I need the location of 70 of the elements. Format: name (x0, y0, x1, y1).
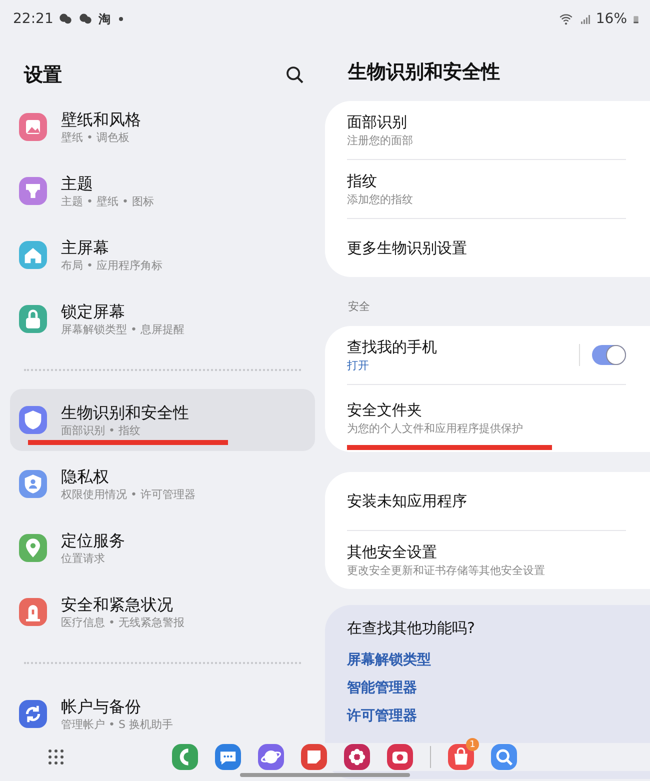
settings-item[interactable]: 主屏幕 布局 • 应用程序角标 (10, 223, 315, 287)
row-title: 安装未知应用程序 (347, 490, 468, 512)
settings-item[interactable]: 生物识别和安全性 面部识别 • 指纹 (10, 389, 315, 451)
item-title: 锁定屏幕 (61, 300, 126, 322)
item-subtitle: 权限使用情况 • 许可管理器 (61, 486, 196, 502)
item-subtitle: 壁纸 • 调色板 (61, 130, 130, 146)
item-title: 壁纸和风格 (61, 108, 141, 130)
item-title: 帐户与备份 (61, 696, 142, 716)
app-glyph: 淘 (98, 10, 110, 28)
item-title: 隐私权 (61, 466, 110, 486)
row-subtitle: 为您的个人文件和应用程序提供保护 (347, 420, 524, 436)
item-title: 主屏幕 (61, 236, 110, 258)
item-subtitle: 布局 • 应用程序角标 (61, 258, 162, 274)
suggestion-link[interactable]: 屏幕解锁类型 (347, 646, 431, 674)
item-subtitle: 位置请求 (61, 550, 106, 566)
item-title: 定位服务 (61, 530, 125, 550)
item-subtitle: 面部识别 • 指纹 (61, 422, 142, 438)
row-title: 查找我的手机 (347, 336, 438, 358)
settings-item[interactable]: 帐户与备份 管理帐户 • S 换机助手 (10, 682, 315, 746)
settings-row[interactable]: 安全文件夹 为您的个人文件和应用程序提供保护 (347, 392, 626, 436)
suggestion-heading: 在查找其他功能吗? (347, 619, 476, 638)
settings-row[interactable]: 其他安全设置 更改安全更新和证书存储等其他安全设置 (347, 534, 626, 586)
phone-icon[interactable] (172, 744, 198, 770)
search-icon[interactable] (285, 65, 305, 85)
chat-bubbles-icon (58, 12, 74, 26)
page-title: 生物识别和安全性 (348, 61, 500, 83)
item-title: 安全和紧急状况 (61, 594, 174, 614)
settings-item[interactable]: 隐私权 权限使用情况 • 许可管理器 (10, 452, 315, 516)
row-title: 面部识别 (347, 112, 408, 132)
settings-row[interactable]: 安装未知应用程序 (347, 482, 626, 520)
wifi-icon (558, 12, 574, 26)
flower-icon[interactable] (344, 744, 370, 770)
settings-row[interactable]: 查找我的手机 打开 (347, 328, 579, 382)
item-subtitle: 主题 • 壁纸 • 图标 (61, 194, 154, 210)
item-title: 生物识别和安全性 (61, 402, 189, 422)
item-title: 主题 (61, 172, 94, 194)
page-title: 设置 (24, 63, 62, 88)
apps-grid-icon[interactable] (47, 748, 65, 766)
item-subtitle: 管理帐户 • S 换机助手 (61, 716, 173, 732)
section-label: 安全 (347, 299, 371, 314)
suggestion-link[interactable]: 智能管理器 (347, 674, 417, 702)
settings-item[interactable]: 壁纸和风格 壁纸 • 调色板 (10, 95, 315, 159)
chat-bubbles-icon (78, 12, 94, 26)
battery-percent: 16% (596, 11, 627, 27)
settings-item[interactable]: 锁定屏幕 屏幕解锁类型 • 息屏提醒 (10, 287, 315, 351)
settings-row[interactable]: 面部识别 注册您的面部 (347, 104, 626, 156)
settings-item[interactable]: 主题 主题 • 壁纸 • 图标 (10, 159, 315, 223)
signal-icon (578, 13, 591, 25)
row-subtitle: 更改安全更新和证书存储等其他安全设置 (347, 562, 546, 578)
item-subtitle: 医疗信息 • 无线紧急警报 (61, 614, 184, 630)
row-subtitle: 打开 (347, 358, 370, 374)
row-title: 安全文件夹 (347, 400, 423, 420)
settings-row[interactable]: 更多生物识别设置 (347, 230, 626, 266)
clock-time: 22:21 (13, 11, 54, 27)
row-subtitle: 注册您的面部 (347, 132, 414, 148)
suggestion-link[interactable]: 许可管理器 (347, 702, 417, 730)
notification-dot (119, 17, 124, 21)
planet-icon[interactable] (258, 744, 284, 770)
settings-item[interactable]: 定位服务 位置请求 (10, 516, 315, 580)
toggle-switch[interactable] (592, 345, 626, 365)
speech-bubble-icon[interactable] (215, 744, 241, 770)
settings-row[interactable]: 指纹 添加您的指纹 (347, 162, 626, 216)
row-title: 其他安全设置 (347, 542, 438, 562)
row-subtitle: 添加您的指纹 (347, 192, 414, 208)
row-title: 更多生物识别设置 (347, 238, 468, 258)
settings-item[interactable]: 安全和紧急状况 医疗信息 • 无线紧急警报 (10, 580, 315, 644)
item-subtitle: 屏幕解锁类型 • 息屏提醒 (61, 322, 184, 338)
note-icon[interactable] (301, 744, 327, 770)
row-title: 指纹 (347, 170, 378, 192)
camera-icon[interactable] (387, 744, 413, 770)
